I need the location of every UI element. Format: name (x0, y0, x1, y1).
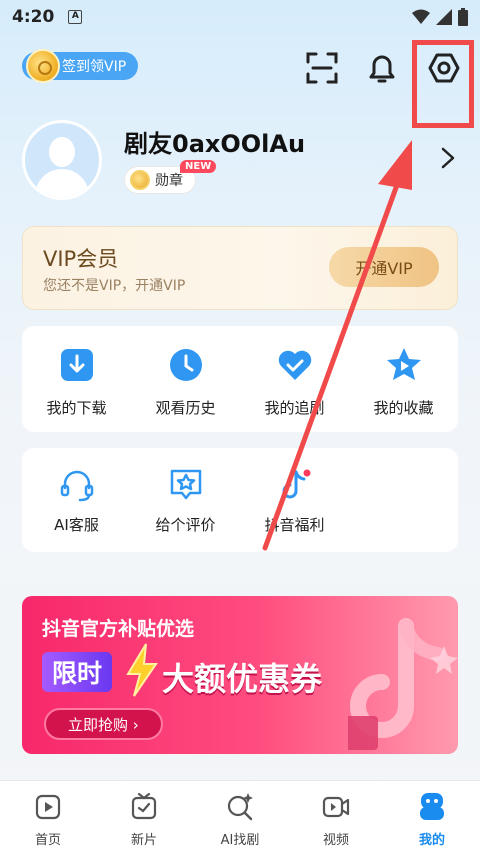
nav-video[interactable]: 视频 (288, 781, 384, 852)
star-icon (387, 348, 421, 380)
grid-item-download[interactable]: 我的下载 (22, 326, 131, 432)
ai-search-icon (227, 793, 253, 821)
vip-card[interactable]: VIP会员 您还不是VIP，开通VIP 开通VIP (22, 226, 458, 310)
notification-a-icon: A (68, 10, 83, 24)
grid-item-douyin[interactable]: 抖音福利 (240, 448, 349, 552)
home-play-icon (35, 794, 61, 820)
battery-icon (458, 8, 468, 26)
username: 剧友0axOOlAu (124, 130, 306, 158)
wifi-icon (412, 9, 430, 24)
video-camera-icon (322, 796, 350, 818)
nav-label-ai-search: AI找剧 (220, 833, 260, 848)
grid-item-favorites[interactable]: 我的收藏 (349, 326, 458, 432)
medal-icon (130, 170, 150, 190)
quick-actions-card: 我的下载 观看历史 我的追剧 我的收藏 (22, 326, 458, 432)
signal-icon (436, 9, 452, 25)
download-icon (61, 349, 93, 381)
banner-title: 抖音官方补贴优选 (42, 618, 195, 640)
heart-icon (278, 350, 312, 380)
grid-label-douyin: 抖音福利 (264, 516, 325, 534)
lightning-icon (126, 643, 158, 697)
nav-ai-search[interactable]: AI找剧 (192, 781, 288, 852)
grid-item-history[interactable]: 观看历史 (131, 326, 240, 432)
new-tag: NEW (180, 160, 217, 173)
bell-icon[interactable] (362, 48, 402, 88)
grid-label-history: 观看历史 (155, 399, 216, 417)
avatar[interactable] (22, 120, 102, 200)
avatar-body (35, 169, 89, 197)
grid-label-rate: 给个评价 (155, 516, 216, 534)
douyin-icon (282, 469, 311, 499)
grid-label-download: 我的下载 (46, 399, 107, 417)
vip-title: VIP会员 (43, 247, 119, 271)
grid-label-favorites: 我的收藏 (373, 399, 434, 417)
status-icons (412, 8, 468, 26)
avatar-head (49, 137, 75, 167)
headset-icon (60, 470, 94, 502)
service-card: AI客服 给个评价 抖音福利 (22, 448, 458, 552)
profile-section[interactable]: 剧友0axOOlAu 勋章 NEW (0, 118, 480, 208)
buy-now-button[interactable]: 立即抢购 › (44, 708, 163, 740)
grid-label-ai-service: AI客服 (54, 516, 99, 534)
vip-subtitle: 您还不是VIP，开通VIP (43, 278, 186, 294)
tv-icon (131, 792, 157, 820)
grid-item-rate[interactable]: 给个评价 (131, 448, 240, 552)
nav-home[interactable]: 首页 (0, 781, 96, 852)
nav-label-video: 视频 (322, 833, 349, 848)
checkin-label: 签到领VIP (62, 59, 127, 75)
banner-flash-tag: 限时 (42, 652, 113, 692)
grid-label-following: 我的追剧 (264, 399, 325, 417)
coin-icon (26, 49, 60, 83)
settings-highlight-box (412, 40, 474, 128)
scan-icon[interactable] (302, 48, 342, 88)
douyin-3d-logo-icon (348, 618, 458, 750)
chevron-right-icon[interactable] (438, 146, 458, 170)
grid-item-following[interactable]: 我的追剧 (240, 326, 349, 432)
nav-mine[interactable]: 我的 (384, 781, 480, 852)
status-time: 4:20 (12, 7, 55, 27)
top-action-row: 签到领VIP (0, 40, 480, 96)
bottom-nav: 首页 新片 AI找剧 视频 我的 (0, 780, 480, 852)
status-bar: 4:20 A (0, 0, 480, 34)
nav-label-new: 新片 (130, 833, 157, 848)
open-vip-button[interactable]: 开通VIP (329, 247, 439, 287)
banner-headline: 大额优惠券 (162, 660, 323, 698)
nav-label-home: 首页 (34, 833, 61, 848)
checkin-vip-button[interactable]: 签到领VIP (22, 49, 139, 83)
promo-banner[interactable]: 抖音官方补贴优选 限时 大额优惠券 立即抢购 › (22, 596, 458, 754)
badge-label: 勋章 (155, 173, 183, 189)
nav-label-mine: 我的 (418, 833, 445, 848)
profile-icon (420, 793, 444, 820)
nav-new[interactable]: 新片 (96, 781, 192, 852)
grid-item-ai-service[interactable]: AI客服 (22, 448, 131, 552)
clock-icon (170, 349, 202, 381)
rating-star-icon (170, 469, 202, 500)
